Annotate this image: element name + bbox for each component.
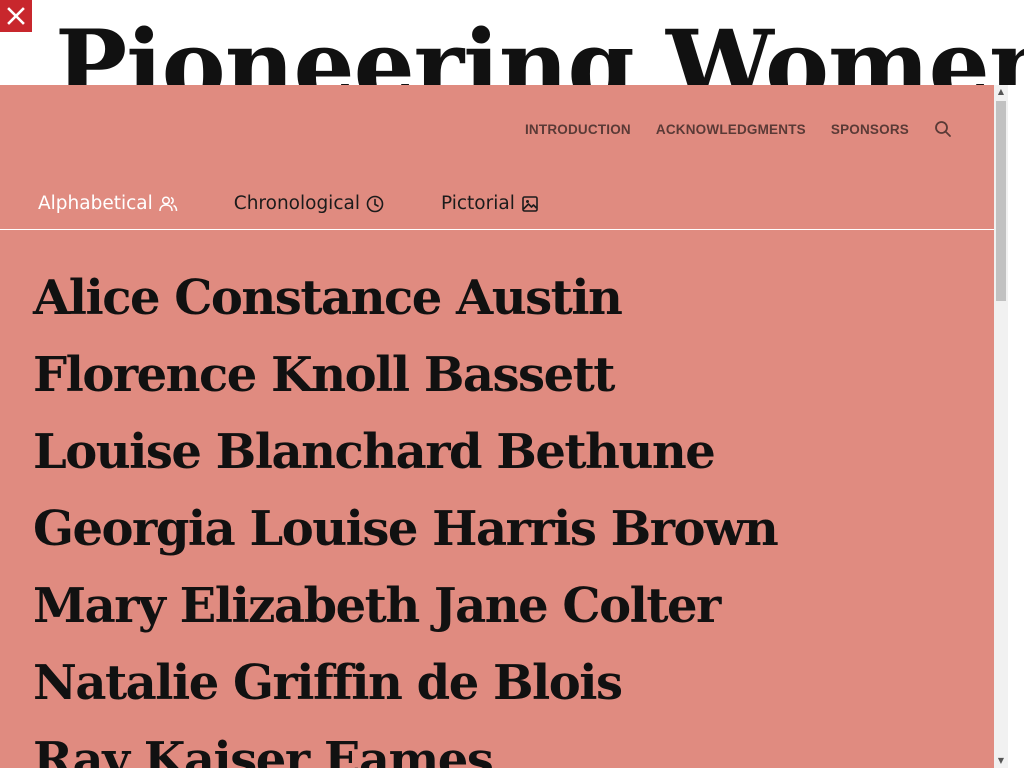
window-edge [1008,85,1024,768]
close-icon [7,7,25,25]
tab-label: Alphabetical [38,193,153,214]
view-tabs: Alphabetical Chronological Pictorial [38,193,540,214]
clock-icon [366,195,384,212]
list-item[interactable]: Ray Kaiser Eames [33,722,777,768]
close-button[interactable] [0,0,32,32]
search-icon[interactable] [934,120,952,138]
list-item[interactable]: Alice Constance Austin [33,260,777,337]
scroll-down-arrow-icon[interactable]: ▼ [994,754,1008,768]
list-item[interactable]: Florence Knoll Bassett [33,337,777,414]
tab-label: Chronological [233,193,360,214]
nav-link-acknowledgments[interactable]: ACKNOWLEDGMENTS [656,122,806,137]
tabs-divider [0,229,994,230]
list-item[interactable]: Mary Elizabeth Jane Colter [33,568,777,645]
people-icon [159,195,178,211]
image-icon [522,195,538,212]
menu-overlay: INTRODUCTION ACKNOWLEDGMENTS SPONSORS Al… [0,85,994,768]
nav-link-introduction[interactable]: INTRODUCTION [525,122,631,137]
tab-label: Pictorial [440,193,515,214]
tab-alphabetical[interactable]: Alphabetical [38,193,178,214]
architect-list: Alice Constance Austin Florence Knoll Ba… [33,260,779,768]
scrollbar[interactable]: ▲ ▼ [994,85,1008,768]
scroll-up-arrow-icon[interactable]: ▲ [994,85,1008,99]
tab-pictorial[interactable]: Pictorial [441,193,540,214]
list-item[interactable]: Louise Blanchard Bethune [33,414,777,491]
top-nav: INTRODUCTION ACKNOWLEDGMENTS SPONSORS [525,120,952,138]
scrollbar-thumb[interactable] [996,101,1006,301]
list-item[interactable]: Georgia Louise Harris Brown [33,491,779,568]
list-item[interactable]: Natalie Griffin de Blois [33,645,777,722]
tab-chronological[interactable]: Chronological [234,193,385,214]
nav-link-sponsors[interactable]: SPONSORS [831,122,909,137]
